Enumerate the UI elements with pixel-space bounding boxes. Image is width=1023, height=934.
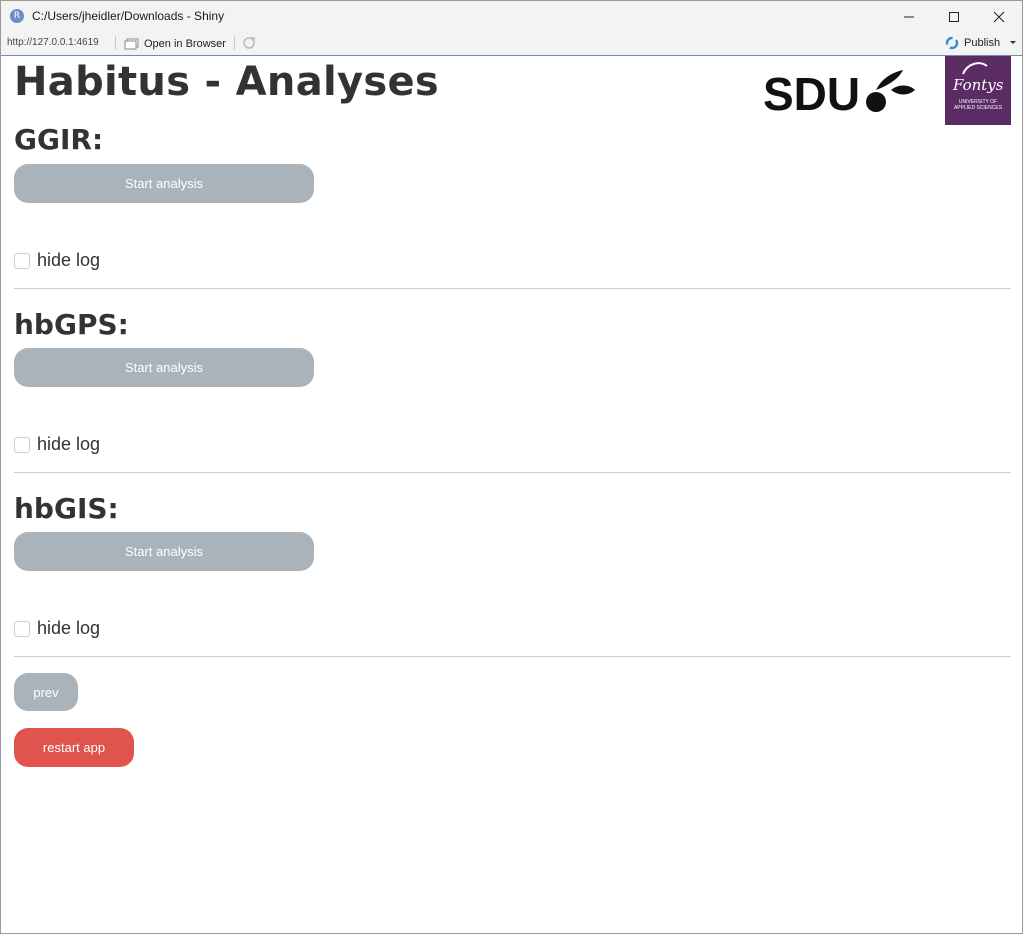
- sdu-logo-graphic: SDU: [763, 68, 915, 120]
- section-heading-hbgis: hbGIS:: [14, 492, 119, 525]
- sdu-logo-text: SDU: [763, 68, 860, 116]
- r-app-icon: R: [10, 9, 24, 23]
- start-analysis-ggir-button[interactable]: Start analysis: [14, 164, 314, 203]
- viewer-toolbar: http://127.0.0.1:4619 Open in Browser Pu…: [1, 32, 1022, 56]
- checkbox-label: hide log: [37, 250, 101, 270]
- sdu-logo: SDU: [763, 68, 915, 121]
- hide-log-ggir-checkbox[interactable]: hide log: [14, 250, 100, 271]
- minimize-icon: [904, 16, 914, 17]
- toolbar-separator: [115, 36, 116, 50]
- refresh-icon: [243, 37, 255, 49]
- divider: [14, 472, 1011, 473]
- maximize-button[interactable]: [931, 1, 977, 32]
- close-button[interactable]: [976, 1, 1022, 32]
- open-in-browser-label: Open in Browser: [144, 37, 226, 50]
- open-in-browser-button[interactable]: Open in Browser: [124, 35, 226, 52]
- fontys-name: Fontys: [953, 76, 1004, 94]
- restart-app-button[interactable]: restart app: [14, 728, 134, 767]
- browser-icon: [124, 38, 139, 49]
- hide-log-hbgis-checkbox[interactable]: hide log: [14, 618, 100, 639]
- checkbox-label: hide log: [37, 618, 101, 638]
- start-analysis-hbgis-button[interactable]: Start analysis: [14, 532, 314, 571]
- start-analysis-hbgps-button[interactable]: Start analysis: [14, 348, 314, 387]
- fontys-logo: Fontys UNIVERSITY OF APPLIED SCIENCES: [945, 56, 1011, 125]
- refresh-button[interactable]: [242, 36, 256, 55]
- close-icon: [993, 11, 1005, 22]
- window-title: C:/Users/jheidler/Downloads - Shiny: [32, 9, 225, 23]
- fontys-subtitle: UNIVERSITY OF APPLIED SCIENCES: [953, 99, 1003, 111]
- publish-button[interactable]: Publish: [944, 36, 1018, 50]
- publish-icon: [945, 36, 959, 50]
- app-content: Habitus - Analyses SDU Fontys UNIVERSITY…: [1, 56, 1022, 933]
- section-heading-ggir: GGIR:: [14, 123, 104, 156]
- checkbox-box[interactable]: [14, 252, 30, 269]
- page-title: Habitus - Analyses: [14, 59, 440, 105]
- prev-button[interactable]: prev: [14, 673, 78, 711]
- checkbox-box[interactable]: [14, 436, 30, 453]
- publish-label: Publish: [964, 37, 1001, 49]
- minimize-button[interactable]: [886, 1, 932, 32]
- divider: [14, 656, 1011, 657]
- divider: [14, 288, 1011, 289]
- section-heading-hbgps: hbGPS:: [14, 308, 129, 341]
- checkbox-box[interactable]: [14, 620, 30, 637]
- chevron-down-icon[interactable]: [1008, 39, 1018, 47]
- toolbar-separator: [234, 36, 235, 50]
- hide-log-hbgps-checkbox[interactable]: hide log: [14, 434, 100, 455]
- title-bar: R C:/Users/jheidler/Downloads - Shiny: [1, 1, 1022, 32]
- url-display: http://127.0.0.1:4619: [7, 37, 99, 48]
- shiny-window: R C:/Users/jheidler/Downloads - Shiny ht…: [0, 0, 1023, 934]
- checkbox-label: hide log: [37, 434, 101, 454]
- maximize-icon: [949, 11, 959, 22]
